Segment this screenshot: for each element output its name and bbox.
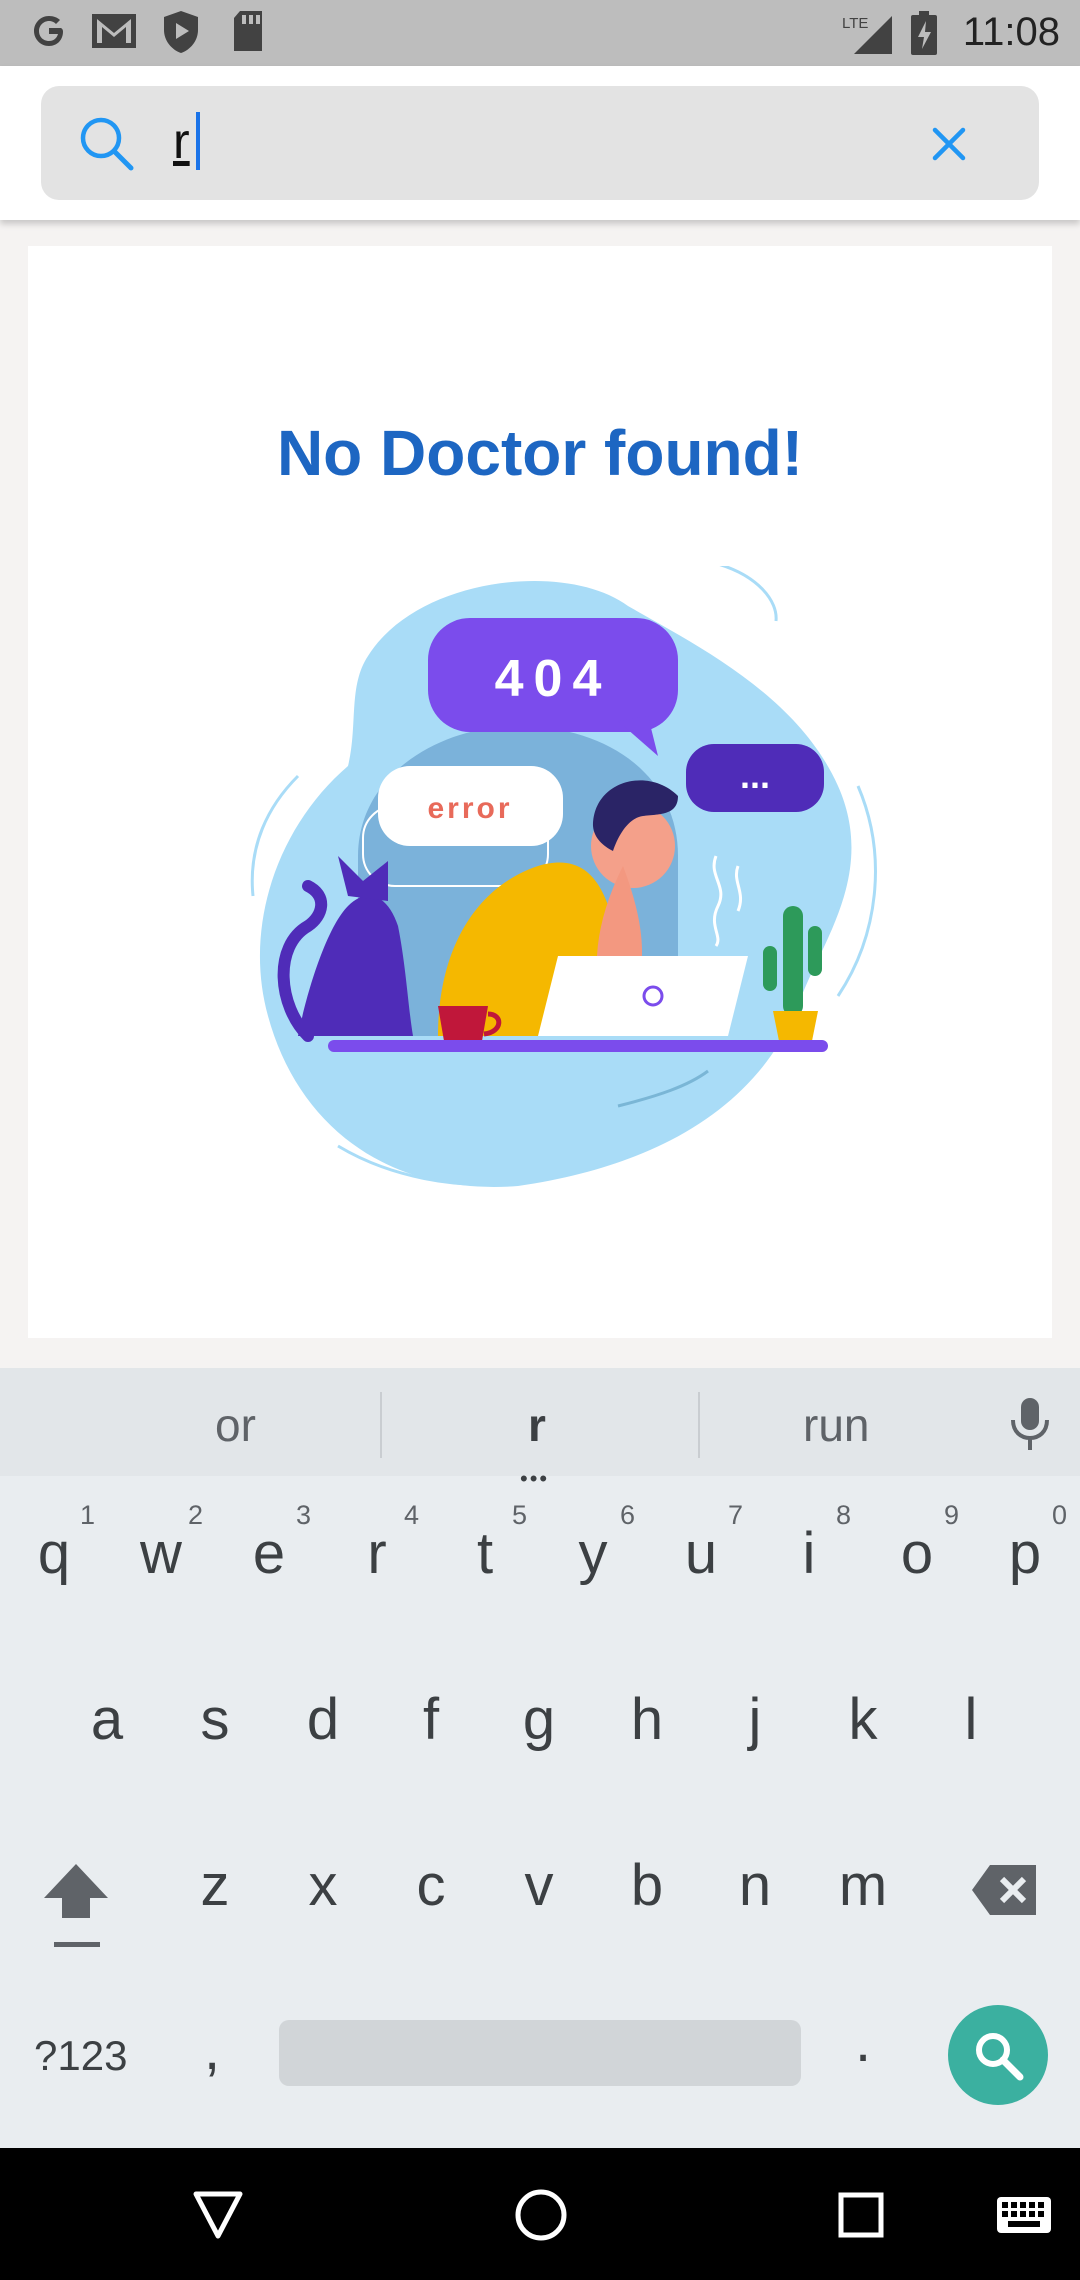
suggestion-divider [380,1392,382,1458]
google-icon [28,10,70,57]
soft-keyboard: or r ••• run q 1 w 2 e 3 r 4 t 5 y 6 u 7… [0,1368,1080,2148]
shift-icon[interactable] [40,1858,112,1955]
mic-icon[interactable] [1008,1396,1052,1457]
battery-charging-icon [910,10,938,61]
key-a[interactable]: a [57,1686,157,1753]
suggestion-1[interactable]: or [215,1398,256,1452]
key-c[interactable]: c [381,1852,481,1919]
key-m[interactable]: m [813,1852,913,1919]
home-icon[interactable] [514,2188,568,2247]
key-z[interactable]: z [165,1852,265,1919]
suggestion-bar: or r ••• run [0,1368,1080,1491]
search-header: r [0,66,1080,220]
key-hint: 4 [404,1500,420,1530]
key-hint: 0 [1052,1500,1068,1530]
clear-icon[interactable] [931,126,967,167]
suggestion-3[interactable]: run [803,1398,869,1452]
key-v[interactable]: v [489,1852,589,1919]
key-x[interactable]: x [273,1852,373,1919]
key-hint: 2 [188,1500,204,1530]
empty-state-card: No Doctor found! 404 error ... [28,246,1052,1338]
backspace-icon[interactable] [970,1863,1040,1922]
search-icon [77,114,135,177]
key-hint: 1 [80,1500,96,1530]
key-hint: 5 [512,1500,528,1530]
lte-signal-icon: LTE [842,12,894,61]
key-h[interactable]: h [597,1686,697,1753]
key-n[interactable]: n [705,1852,805,1919]
search-bar[interactable]: r [41,86,1039,200]
navigation-bar [0,2148,1080,2280]
keyboard-icon[interactable] [996,2196,1052,2239]
bubble-error-text: error [427,792,512,825]
bubble-404-text: 404 [495,650,612,708]
key-hint: 9 [944,1500,960,1530]
more-suggestions-dots: ••• [520,1466,550,1491]
shield-icon [160,8,202,61]
key-j[interactable]: j [705,1686,805,1753]
text-cursor [196,112,200,170]
key-k[interactable]: k [813,1686,913,1753]
key-d[interactable]: d [273,1686,373,1753]
key-hint: 8 [836,1500,852,1530]
key-b[interactable]: b [597,1852,697,1919]
sd-card-icon [228,8,268,59]
search-input[interactable]: r [173,112,190,170]
status-bar: LTE 11:08 [0,0,1080,66]
not-found-illustration: 404 error ... [250,566,877,1187]
space-key[interactable] [279,2020,801,2086]
recents-icon[interactable] [838,2192,884,2243]
gmail-icon [90,8,138,59]
status-time: 11:08 [962,10,1060,54]
key-s[interactable]: s [165,1686,265,1753]
suggestion-2[interactable]: r [528,1398,546,1452]
empty-state-title: No Doctor found! [276,417,804,489]
back-icon[interactable] [192,2190,244,2245]
symbols-key[interactable]: ?123 [34,2032,127,2080]
key-l[interactable]: l [921,1686,1021,1753]
search-icon [976,2033,1024,2081]
suggestion-divider [698,1392,700,1458]
key-hint: 3 [296,1500,312,1530]
key-g[interactable]: g [489,1686,589,1753]
period-key[interactable]: . [855,2008,871,2075]
key-hint: 6 [620,1500,636,1530]
keyboard-search-button[interactable] [948,2005,1048,2105]
bubble-dots-text: ... [740,755,770,796]
key-hint: 7 [728,1500,744,1530]
key-f[interactable]: f [381,1686,481,1753]
comma-key[interactable]: , [204,2016,220,2083]
svg-text:LTE: LTE [842,15,868,32]
